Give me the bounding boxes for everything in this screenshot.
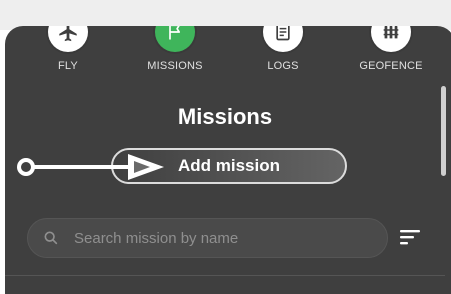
nav-geofence-label: GEOFENCE	[359, 60, 423, 72]
page-title: Missions	[177, 104, 273, 129]
top-nav: FLY MISSIONS LOGS GEOFENCE	[5, 26, 451, 116]
nav-logs-button[interactable]	[263, 26, 303, 52]
add-mission-button[interactable]: Add mission	[111, 148, 347, 184]
fence-icon	[383, 26, 399, 39]
sort-button[interactable]	[399, 226, 423, 248]
nav-logs-label: LOGS	[267, 60, 299, 72]
sort-icon	[400, 230, 420, 245]
side-panel: FLY MISSIONS LOGS GEOFENCE Missions Add …	[5, 26, 451, 294]
scrollbar[interactable]	[441, 86, 446, 176]
search-input[interactable]	[72, 228, 387, 248]
nav-missions-label: MISSIONS	[147, 60, 203, 72]
search-icon	[42, 229, 60, 247]
document-icon	[276, 26, 290, 41]
plane-icon	[59, 26, 77, 42]
divider	[5, 275, 445, 276]
search-field[interactable]	[27, 218, 388, 258]
nav-geofence-button[interactable]	[371, 26, 411, 52]
app-root: FLY MISSIONS LOGS GEOFENCE Missions Add …	[0, 0, 451, 294]
nav-missions-button[interactable]	[155, 26, 195, 52]
add-mission-label: Add mission	[177, 156, 280, 175]
nav-fly-button[interactable]	[48, 26, 88, 52]
nav-fly-label: FLY	[58, 60, 78, 72]
flag-icon	[169, 26, 180, 40]
